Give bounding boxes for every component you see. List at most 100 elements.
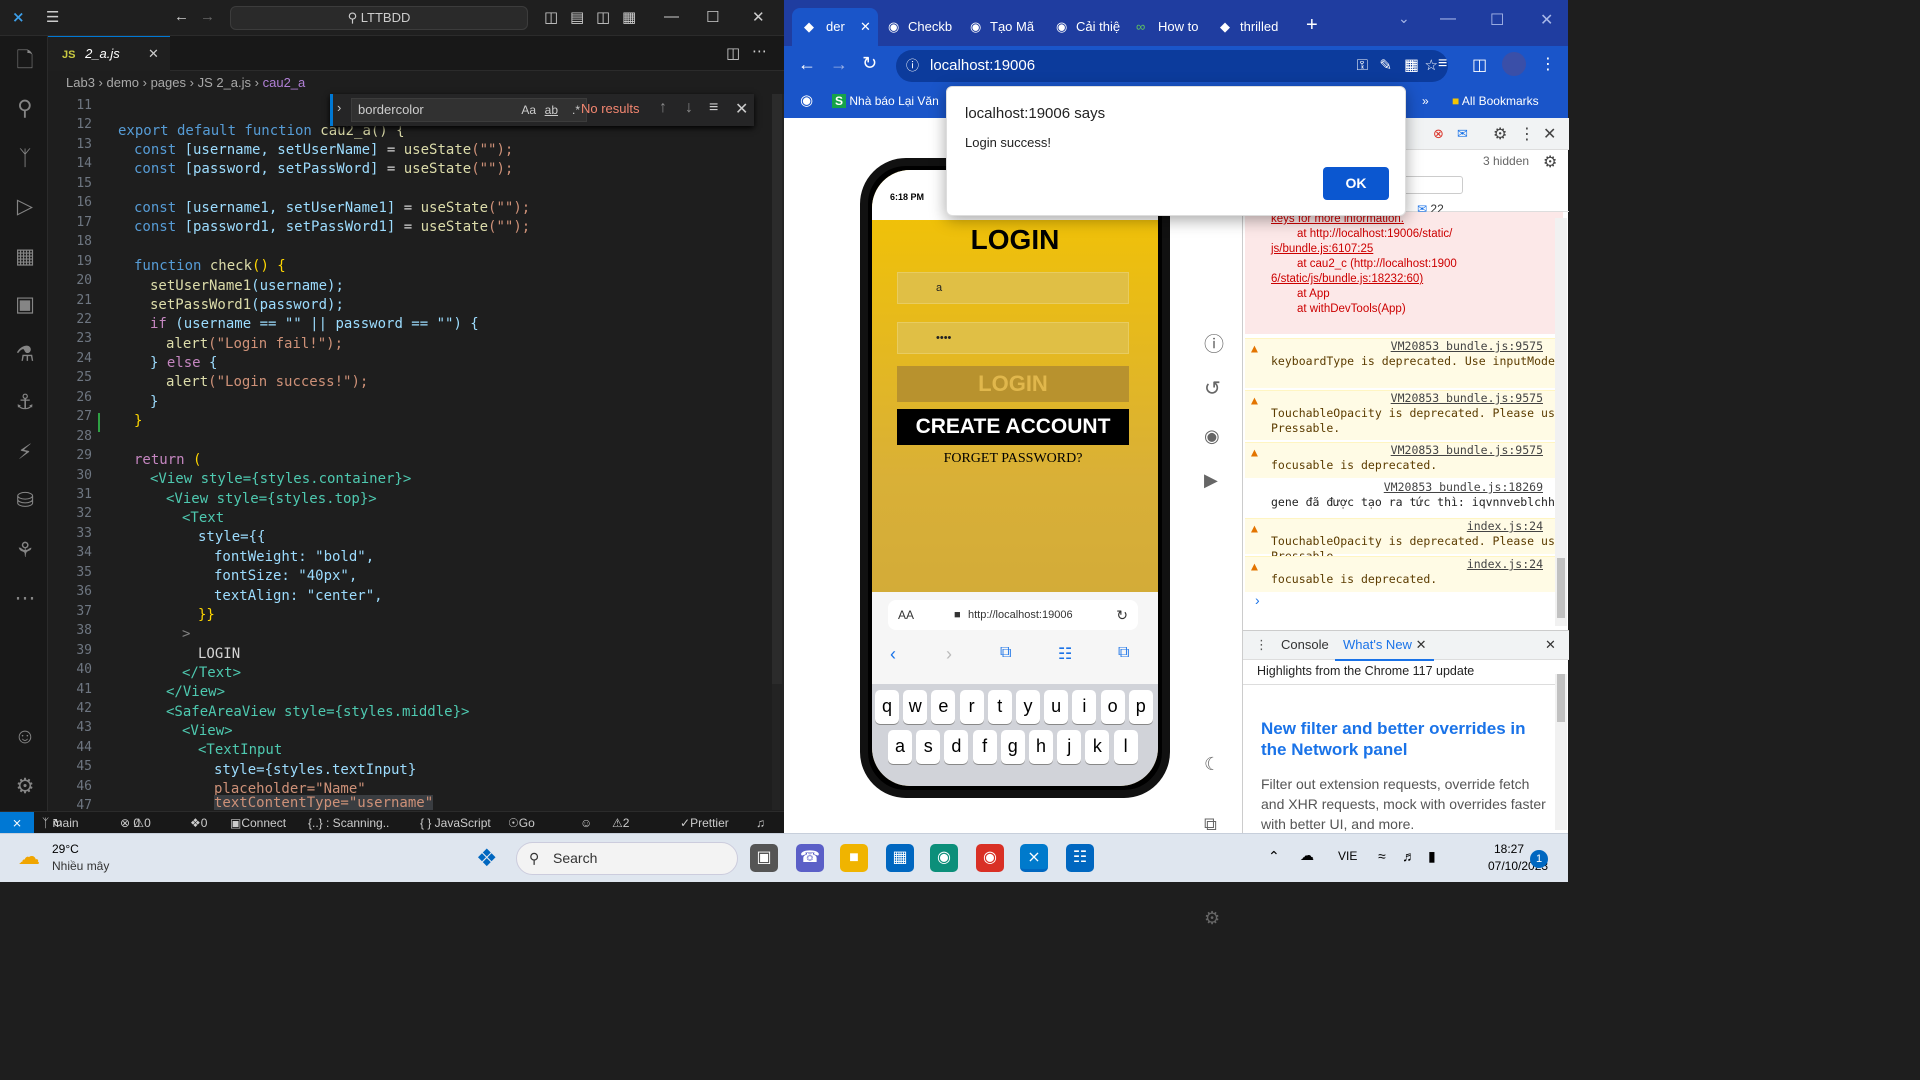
close-tab-icon[interactable]: ✕	[860, 8, 871, 46]
close-find-icon[interactable]: ✕	[735, 99, 748, 119]
address-bar[interactable]: ⓘ localhost:19006 ⚿ ✎ ⧉ ☆	[896, 50, 1448, 82]
console-scrollbar[interactable]	[1555, 218, 1567, 626]
console-warning-message[interactable]: ▲ VM20853 bundle.js:9575 TouchableOpacit…	[1245, 390, 1563, 440]
keyboard-key[interactable]: q	[875, 690, 899, 724]
run-debug-icon[interactable]: ▷	[12, 194, 38, 220]
more-icon[interactable]: ⋯	[12, 586, 38, 612]
store-icon[interactable]: ▦	[886, 844, 914, 872]
keyboard-key[interactable]: r	[959, 690, 984, 724]
maximize-icon[interactable]: ☐	[706, 8, 719, 26]
git-branch[interactable]: ᛉ main ↻	[42, 812, 79, 834]
keyboard-key[interactable]: y	[1016, 690, 1040, 724]
share-icon[interactable]: ⧉	[1000, 644, 1011, 662]
browser-tab[interactable]: ◉ Checkb	[884, 8, 966, 46]
code-editor[interactable]: 11 12 13 14 15 16 17 18 19 20 21 22 23 24 25 26 27 28 29 30…	[48, 94, 772, 810]
keyboard-key[interactable]: f	[972, 730, 997, 764]
tabs-icon[interactable]: ⧉	[1118, 644, 1129, 662]
whats-new-headline[interactable]: New filter and better overrides in the N…	[1261, 718, 1555, 760]
chrome-menu-icon[interactable]: ⋮	[1540, 54, 1556, 74]
scanning-status[interactable]: {..} : Scanning..	[308, 812, 389, 834]
clock-time[interactable]: 18:27	[1494, 842, 1524, 856]
console-warning-message[interactable]: ▲ VM20853 bundle.js:9575 keyboardType is…	[1245, 338, 1563, 388]
console-settings-icon[interactable]: ⚙	[1543, 152, 1557, 172]
keyboard-key[interactable]: o	[1100, 690, 1125, 724]
notification-badge[interactable]: 1	[1530, 850, 1548, 868]
tab-search-icon[interactable]: ⌄	[1398, 10, 1410, 27]
problems-indicator[interactable]: ⊗ 0 ⚠ 0	[120, 812, 151, 834]
remote-indicator-icon[interactable]: ⨯	[0, 812, 34, 834]
keyboard-key[interactable]: e	[931, 690, 956, 724]
share-icon[interactable]: ⧉	[1204, 814, 1217, 835]
thunder-client-icon[interactable]: ⚡	[12, 440, 38, 466]
translate-icon[interactable]: ✎	[1379, 50, 1392, 82]
drawer-menu-icon[interactable]: ⋮	[1255, 631, 1268, 659]
camera-icon[interactable]: ◉	[1204, 426, 1220, 447]
safari-address-bar[interactable]: AA ■ http://localhost:19006 ↻	[888, 600, 1138, 630]
show-hidden-icons[interactable]: ⌃	[1268, 848, 1280, 865]
teams-icon[interactable]: ☎	[796, 844, 824, 872]
hidden-count[interactable]: 3 hidden	[1483, 154, 1529, 168]
ok-button[interactable]: OK	[1323, 167, 1389, 200]
remote-explorer-icon[interactable]: ▣	[12, 292, 38, 318]
settings-gear-icon[interactable]: ⚙	[12, 774, 38, 800]
keyboard-key[interactable]: g	[1000, 730, 1025, 764]
whole-word-toggle[interactable]: ab	[545, 99, 558, 121]
key-icon[interactable]: ⚿	[1357, 50, 1368, 82]
apps-icon[interactable]: ◉	[800, 86, 813, 116]
keyboard-key[interactable]: t	[987, 690, 1012, 724]
all-bookmarks-folder[interactable]: ■ All Bookmarks	[1452, 86, 1539, 116]
back-arrow-icon[interactable]: ←	[798, 54, 816, 75]
close-devtools-icon[interactable]: ✕	[1543, 124, 1556, 144]
error-count-icon[interactable]: ⊗	[1433, 126, 1444, 142]
bookmark-item[interactable]: S Nhà báo Lại Văn	[832, 86, 939, 116]
forget-password-link[interactable]: FORGET PASSWORD?	[897, 451, 1129, 467]
previous-match-icon[interactable]: ↑	[659, 99, 667, 117]
toggle-panel-icon[interactable]: ▤	[570, 8, 584, 26]
customize-layout-icon[interactable]: ▦	[622, 8, 636, 26]
find-in-selection-icon[interactable]: ≡	[709, 99, 718, 117]
go-live-button[interactable]: ☉ Go Live	[508, 812, 541, 852]
toggle-sidebar-icon[interactable]: ◫	[544, 8, 558, 26]
keyboard-key[interactable]: p	[1128, 690, 1153, 724]
breadcrumb-item[interactable]: pages	[151, 75, 186, 90]
create-account-button[interactable]: CREATE ACCOUNT	[897, 409, 1129, 445]
new-tab-icon[interactable]: +	[1306, 14, 1318, 37]
console-prompt-icon[interactable]: ›	[1255, 592, 1260, 608]
regex-toggle[interactable]: .*	[572, 99, 580, 121]
back-arrow-icon[interactable]: ←	[174, 8, 189, 25]
editor-scrollbar[interactable]	[772, 94, 784, 810]
source-control-icon[interactable]: ᛉ	[12, 146, 38, 172]
drawer-scrollbar[interactable]	[1555, 674, 1567, 830]
breadcrumb-item[interactable]: Lab3	[66, 75, 95, 90]
bookmark-star-icon[interactable]: ☆	[1425, 50, 1438, 82]
tab-whats-new[interactable]: What's New ✕	[1335, 631, 1435, 661]
extensions-icon[interactable]: ▦	[12, 244, 38, 270]
breadcrumb-item[interactable]: JS 2_a.js	[198, 75, 251, 90]
tree-icon[interactable]: ⚘	[12, 538, 38, 564]
settings-gear-icon[interactable]: ⚙	[1204, 908, 1220, 929]
scrollbar-thumb[interactable]	[1557, 674, 1565, 722]
reader-options[interactable]: AA	[898, 600, 914, 630]
console-warning-message[interactable]: ▲ index.js:24 TouchableOpacity is deprec…	[1245, 518, 1563, 563]
close-window-icon[interactable]: ✕	[752, 8, 765, 26]
message-icon[interactable]: ✉	[1457, 126, 1468, 142]
file-explorer-icon[interactable]: ■	[840, 844, 868, 872]
database-icon[interactable]: ⛁	[12, 488, 38, 514]
language-mode[interactable]: { } JavaScript	[420, 812, 491, 834]
browser-tab[interactable]: ◉ Cải thiệ	[1052, 8, 1134, 46]
volume-icon[interactable]: ♬	[1402, 848, 1416, 864]
keyboard-key[interactable]: h	[1029, 730, 1053, 764]
keyboard-key[interactable]: l	[1113, 730, 1138, 764]
search-icon[interactable]: ⚲	[12, 96, 38, 122]
chrome-icon[interactable]: ◉	[976, 844, 1004, 872]
login-button[interactable]: LOGIN	[897, 366, 1129, 402]
video-icon[interactable]: ▶	[1204, 470, 1218, 491]
dark-mode-icon[interactable]: ☾	[1204, 754, 1220, 775]
next-match-icon[interactable]: ↓	[685, 99, 693, 117]
forward-arrow-icon[interactable]: →	[830, 54, 848, 75]
connect-button[interactable]: ▣ Connect	[230, 812, 286, 834]
ports-indicator[interactable]: ❖ 0	[190, 812, 207, 834]
vscode-taskbar-icon[interactable]: ⨯	[1020, 844, 1048, 872]
toggle-replace-icon[interactable]: ›	[337, 100, 341, 115]
console-log-message[interactable]: VM20853 bundle.js:18269 gene đã được tạo…	[1245, 480, 1563, 516]
